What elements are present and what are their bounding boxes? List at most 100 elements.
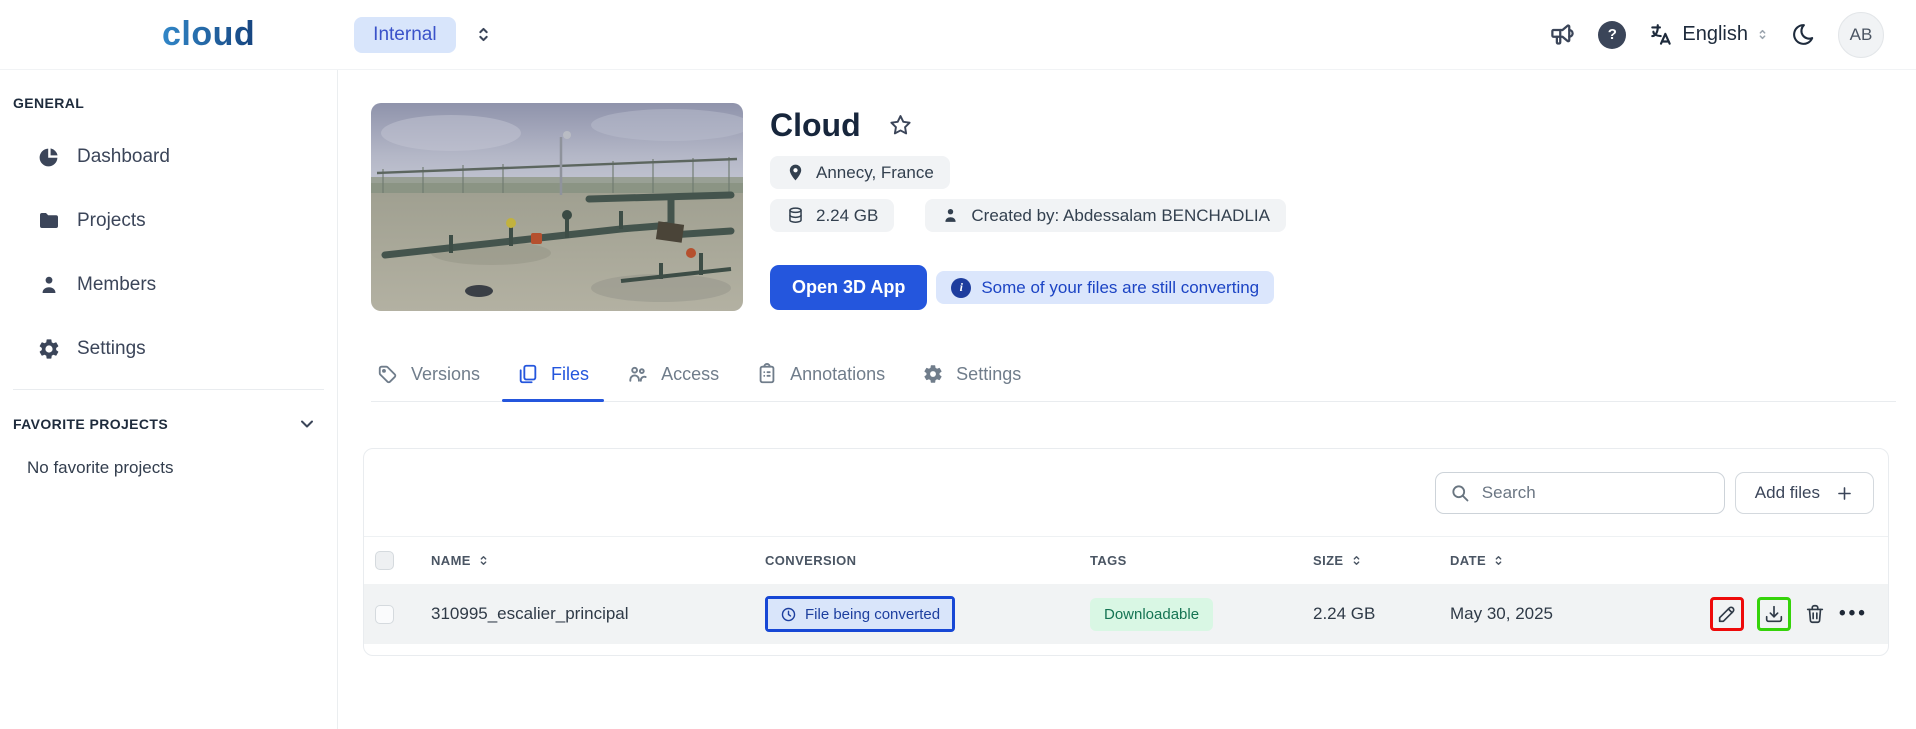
sidebar-divider [13,389,324,390]
select-all-checkbox[interactable] [375,551,394,570]
sort-icon [477,554,490,567]
sidebar-item-label: Members [77,274,156,296]
tag-badge: Downloadable [1090,598,1213,631]
people-icon [626,363,649,386]
tab-files[interactable]: Files [517,347,589,401]
open-3d-app-button[interactable]: Open 3D App [770,265,927,310]
highlight-green-box [1757,597,1791,631]
moon-icon [1791,22,1816,47]
gear-icon [37,337,61,361]
translate-icon [1648,22,1674,48]
column-header-date[interactable]: DATE [1450,553,1687,568]
sidebar-item-label: Dashboard [77,146,170,168]
folder-icon [37,209,61,233]
topbar-actions: ? English AB [1549,12,1884,58]
column-header-name[interactable]: NAME [431,553,765,568]
row-actions: ••• [1687,597,1888,631]
sidebar: GENERAL Dashboard Projects Members Setti… [0,70,338,729]
tag-icon [377,363,399,385]
search-icon [1450,483,1470,503]
column-label: TAGS [1090,553,1127,568]
tab-access[interactable]: Access [626,347,719,401]
sidebar-item-dashboard[interactable]: Dashboard [0,125,337,189]
download-button[interactable] [1763,603,1785,625]
help-button[interactable]: ? [1598,21,1626,49]
column-label: SIZE [1313,553,1344,568]
tab-label: Settings [956,364,1021,385]
favorites-empty-text: No favorite projects [27,458,337,478]
converting-notice: i Some of your files are still convertin… [936,271,1274,304]
created-by-pill: Created by: Abdessalam BENCHADLIA [925,199,1286,232]
gear-icon [922,363,944,385]
top-bar: cloud Internal ? English [0,0,1916,70]
star-icon[interactable] [887,112,914,139]
column-label: DATE [1450,553,1486,568]
database-icon [786,206,805,225]
created-by-text: Created by: Abdessalam BENCHADLIA [971,206,1270,226]
table-row[interactable]: 310995_escalier_principal File being con… [364,584,1888,644]
delete-button[interactable] [1804,603,1826,625]
more-actions-button[interactable]: ••• [1839,603,1868,625]
search-input[interactable] [1482,483,1710,503]
main-content: Cloud Annecy, France 2.24 GB Crea [338,70,1916,729]
workspace-switcher[interactable] [474,25,493,44]
file-size: 2.24 GB [1313,604,1450,624]
user-avatar[interactable]: AB [1838,12,1884,58]
info-icon: i [951,278,971,298]
size-text: 2.24 GB [816,206,878,226]
workspace-badge[interactable]: Internal [354,17,455,53]
add-files-button[interactable]: Add files [1735,472,1874,514]
sort-icon [1350,554,1363,567]
tab-versions[interactable]: Versions [377,347,480,401]
sidebar-item-settings[interactable]: Settings [0,317,337,381]
megaphone-icon [1549,21,1576,48]
edit-button[interactable] [1716,603,1738,625]
column-header-tags: TAGS [1090,553,1313,568]
highlight-red-box [1710,597,1744,631]
file-name: 310995_escalier_principal [431,604,765,624]
tab-label: Versions [411,364,480,385]
column-label: CONVERSION [765,553,856,568]
app-logo[interactable]: cloud [162,15,255,54]
language-selector[interactable]: English [1648,22,1769,48]
person-icon [37,273,61,297]
table-header: NAME CONVERSION TAGS SIZE DATE [364,536,1888,584]
file-date: May 30, 2025 [1450,604,1687,624]
files-panel: Add files NAME CONVERSION TAGS SIZE [363,448,1889,656]
chevron-updown-small-icon [1756,28,1769,41]
clipboard-icon [756,363,778,385]
plus-icon [1835,484,1854,503]
sidebar-item-members[interactable]: Members [0,253,337,317]
conversion-status-text: File being converted [805,606,940,623]
avatar-initials: AB [1850,25,1873,45]
project-tabs: Versions Files Access Annotations Settin… [371,347,1896,402]
column-header-size[interactable]: SIZE [1313,553,1450,568]
chevron-updown-icon [474,25,493,44]
dark-mode-toggle[interactable] [1791,22,1816,47]
project-header: Cloud Annecy, France 2.24 GB Crea [770,103,1286,310]
tab-settings[interactable]: Settings [922,347,1021,401]
pie-chart-icon [37,145,61,169]
question-icon: ? [1608,26,1617,43]
highlight-blue-box: File being converted [765,596,955,632]
column-label: NAME [431,553,471,568]
location-pin-icon [786,163,805,182]
chevron-down-icon [297,414,317,434]
location-pill: Annecy, France [770,156,950,189]
column-header-conversion: CONVERSION [765,553,1090,568]
language-label: English [1682,23,1748,46]
files-toolbar: Add files [364,449,1888,514]
files-icon [517,363,539,385]
row-checkbox[interactable] [375,605,394,624]
tab-annotations[interactable]: Annotations [756,347,885,401]
add-files-label: Add files [1755,483,1820,503]
tab-label: Access [661,364,719,385]
converting-notice-text: Some of your files are still converting [981,278,1259,298]
location-text: Annecy, France [816,163,934,183]
project-title: Cloud [770,107,861,144]
sidebar-item-projects[interactable]: Projects [0,189,337,253]
sidebar-item-label: Projects [77,210,146,232]
announcements-button[interactable] [1549,21,1576,48]
sidebar-nav: Dashboard Projects Members Settings [0,125,337,381]
favorites-section-toggle[interactable]: FAVORITE PROJECTS [13,414,317,434]
